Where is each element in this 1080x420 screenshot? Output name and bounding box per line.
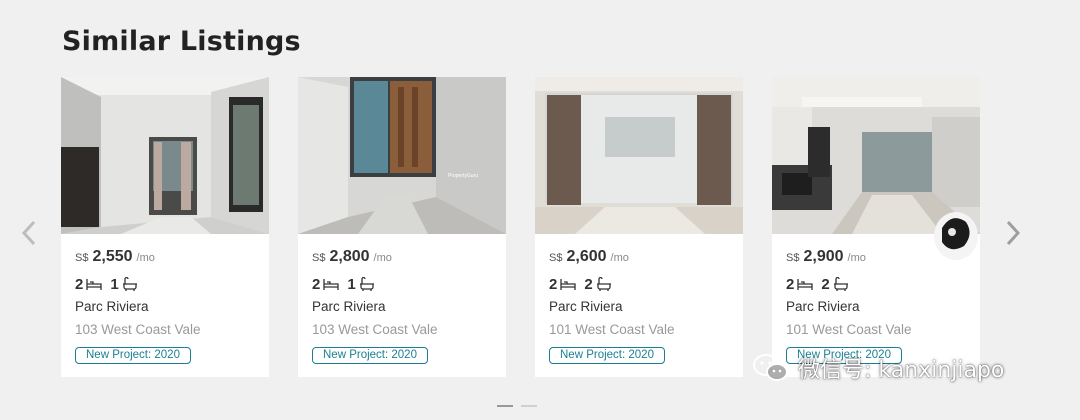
listing-card[interactable]: S$ 2,550 /mo 2 1 Parc Riviera 103 West C… — [61, 77, 269, 377]
price-period: /mo — [847, 252, 866, 264]
price-currency: S$ — [549, 252, 563, 264]
bathroom-count: 1 — [347, 275, 356, 293]
price-amount: 2,800 — [329, 248, 370, 265]
svg-text:PropertyGuru: PropertyGuru — [448, 173, 478, 179]
bathroom-count: 1 — [110, 275, 119, 293]
project-name: Parc Riviera — [312, 299, 386, 314]
bedroom-count: 2 — [549, 275, 558, 293]
bedroom-count: 2 — [75, 275, 84, 293]
project-name: Parc Riviera — [549, 299, 623, 314]
price-period: /mo — [136, 252, 155, 264]
price-period: /mo — [610, 252, 629, 264]
bed-icon — [560, 279, 576, 290]
listing-address: 101 West Coast Vale — [549, 322, 675, 337]
price-amount: 2,600 — [566, 248, 607, 265]
bed-icon — [323, 279, 339, 290]
sticker-decoration — [934, 212, 978, 260]
price-currency: S$ — [786, 252, 800, 264]
listing-address: 103 West Coast Vale — [75, 322, 201, 337]
listing-photo[interactable]: PropertyGuru — [298, 77, 506, 234]
bath-icon — [833, 277, 848, 291]
watermark-text: 微信号: kanxinjiapo — [798, 358, 1005, 383]
listing-card[interactable]: PropertyGuru S$ 2,800 /mo 2 1 Parc Rivie… — [298, 77, 506, 377]
bed-icon — [86, 279, 102, 290]
carousel-prev-button[interactable] — [18, 218, 40, 248]
bathroom-count: 2 — [584, 275, 593, 293]
bed-icon — [797, 279, 813, 290]
price-period: /mo — [373, 252, 392, 264]
section-title: Similar Listings — [62, 26, 301, 57]
bath-icon — [359, 277, 374, 291]
chevron-right-icon — [1006, 220, 1021, 246]
new-project-badge: New Project: 2020 — [75, 347, 191, 364]
new-project-badge: New Project: 2020 — [312, 347, 428, 364]
price-currency: S$ — [75, 252, 89, 264]
listing-photo[interactable] — [535, 77, 743, 234]
carousel-pagination — [497, 405, 537, 407]
listing-photo[interactable] — [61, 77, 269, 234]
bath-icon — [596, 277, 611, 291]
pagination-dot-2[interactable] — [521, 405, 537, 407]
listing-address: 101 West Coast Vale — [786, 322, 912, 337]
bathroom-count: 2 — [821, 275, 830, 293]
listing-card[interactable]: S$ 2,600 /mo 2 2 Parc Riviera 101 West C… — [535, 77, 743, 377]
wechat-icon — [753, 354, 788, 381]
bedroom-count: 2 — [312, 275, 321, 293]
wechat-watermark: 微信号: kanxinjiapo — [752, 352, 1004, 384]
bedroom-count: 2 — [786, 275, 795, 293]
bath-icon — [122, 277, 137, 291]
pagination-dot-1[interactable] — [497, 405, 513, 407]
carousel-next-button[interactable] — [1002, 218, 1024, 248]
price-amount: 2,550 — [92, 248, 133, 265]
new-project-badge: New Project: 2020 — [549, 347, 665, 364]
project-name: Parc Riviera — [786, 299, 860, 314]
project-name: Parc Riviera — [75, 299, 149, 314]
price-currency: S$ — [312, 252, 326, 264]
price-amount: 2,900 — [803, 248, 844, 265]
listing-address: 103 West Coast Vale — [312, 322, 438, 337]
chevron-left-icon — [21, 220, 36, 246]
